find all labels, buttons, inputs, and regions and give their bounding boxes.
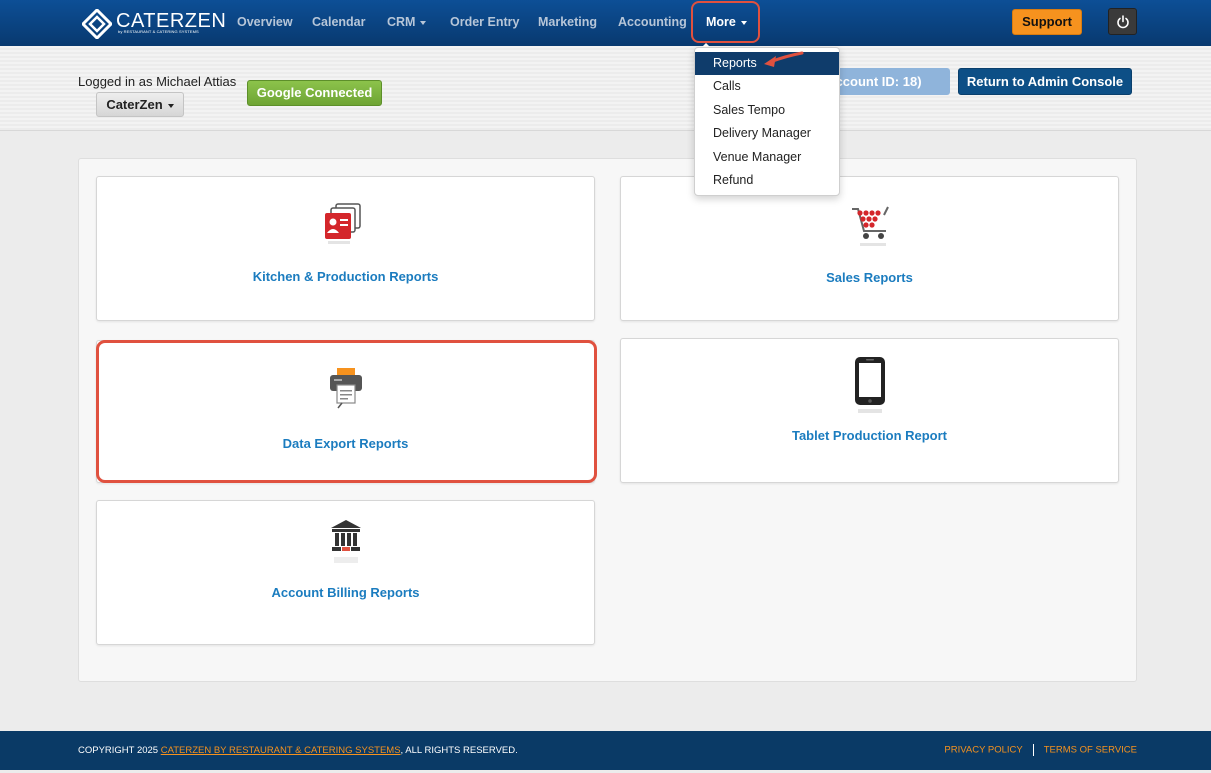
bank-icon <box>331 520 361 563</box>
nav-overview[interactable]: Overview <box>237 15 293 29</box>
logo-diamond-icon <box>82 9 112 39</box>
copyright-text: COPYRIGHT 2025 CATERZEN BY RESTAURANT & … <box>78 745 518 756</box>
tablet-production-report-card[interactable]: Tablet Production Report <box>620 338 1119 483</box>
nav-calendar[interactable]: Calendar <box>312 15 366 29</box>
nav-marketing[interactable]: Marketing <box>538 15 597 29</box>
return-admin-console-button[interactable]: Return to Admin Console <box>958 68 1132 95</box>
sales-reports-card[interactable]: Sales Reports <box>620 176 1119 321</box>
account-header: Logged in as Michael Attias CaterZen Goo… <box>0 46 1211 131</box>
copyright-suffix: , ALL RIGHTS RESERVED. <box>400 745 518 756</box>
account-switcher-button[interactable]: CaterZen <box>96 92 184 117</box>
card-title[interactable]: Tablet Production Report <box>621 428 1118 443</box>
tablet-icon <box>855 357 885 413</box>
more-highlight-annotation <box>691 1 760 43</box>
card-title[interactable]: Sales Reports <box>621 270 1118 285</box>
account-billing-reports-card[interactable]: Account Billing Reports <box>96 500 595 645</box>
menu-item-calls[interactable]: Calls <box>695 75 839 98</box>
nav-crm-label: CRM <box>387 15 416 29</box>
google-connected-button[interactable]: Google Connected <box>247 80 382 106</box>
chevron-down-icon <box>420 20 427 25</box>
logged-in-text: Logged in as Michael Attias <box>78 74 237 89</box>
caterzen-company-link[interactable]: CATERZEN BY RESTAURANT & CATERING SYSTEM… <box>161 745 401 756</box>
menu-item-refund[interactable]: Refund <box>695 169 839 192</box>
menu-item-delivery-manager[interactable]: Delivery Manager <box>695 122 839 145</box>
power-icon <box>1117 15 1129 29</box>
nav-order-entry[interactable]: Order Entry <box>450 15 519 29</box>
nav-accounting[interactable]: Accounting <box>618 15 687 29</box>
kitchen-production-reports-card[interactable]: Kitchen & Production Reports <box>96 176 595 321</box>
card-title[interactable]: Account Billing Reports <box>97 585 594 600</box>
page-footer: COPYRIGHT 2025 CATERZEN BY RESTAURANT & … <box>0 731 1211 770</box>
kitchen-reports-icon <box>325 203 361 244</box>
data-export-highlight-annotation <box>96 340 597 483</box>
shopping-cart-icon <box>852 206 889 246</box>
card-title[interactable]: Kitchen & Production Reports <box>97 269 594 284</box>
menu-item-sales-tempo[interactable]: Sales Tempo <box>695 99 839 122</box>
copyright-prefix: COPYRIGHT 2025 <box>78 745 161 756</box>
caterzen-logo[interactable]: CATERZEN by RESTAURANT & CATERING SYSTEM… <box>82 8 226 40</box>
terms-of-service-link[interactable]: TERMS OF SERVICE <box>1044 745 1137 756</box>
account-name: CaterZen <box>106 97 163 112</box>
support-button[interactable]: Support <box>1012 9 1082 35</box>
menu-item-venue-manager[interactable]: Venue Manager <box>695 146 839 169</box>
footer-divider <box>1032 744 1034 756</box>
privacy-policy-link[interactable]: PRIVACY POLICY <box>944 745 1022 756</box>
top-navbar: CATERZEN by RESTAURANT & CATERING SYSTEM… <box>0 0 1211 46</box>
nav-crm[interactable]: CRM <box>387 15 427 29</box>
pointer-arrow-icon <box>764 51 804 67</box>
logout-button[interactable] <box>1108 8 1137 35</box>
footer-links: PRIVACY POLICY TERMS OF SERVICE <box>944 744 1137 756</box>
brand-subtitle: by RESTAURANT & CATERING SYSTEMS <box>118 29 199 34</box>
chevron-down-icon <box>167 103 174 108</box>
